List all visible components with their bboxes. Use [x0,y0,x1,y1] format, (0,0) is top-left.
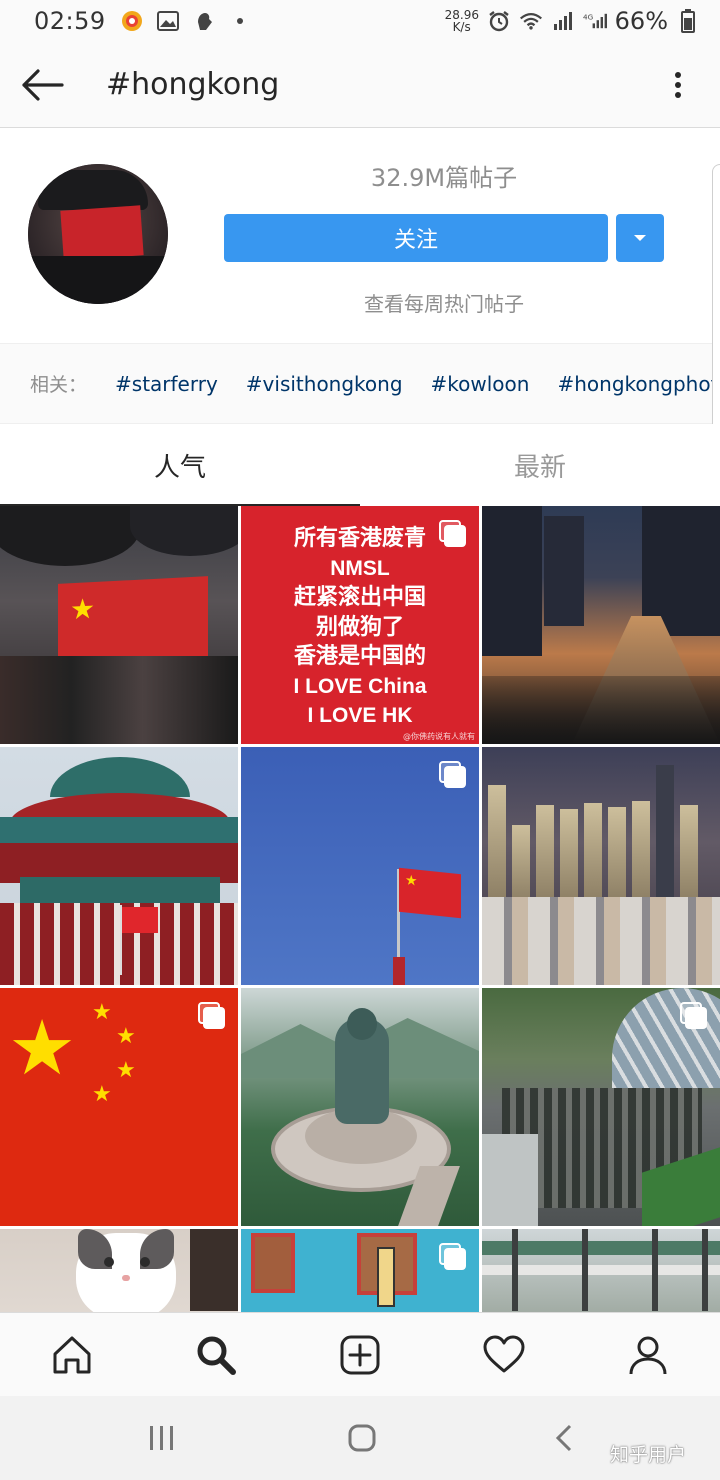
svg-text:4G: 4G [583,12,593,21]
tab-top[interactable]: 人气 [0,424,360,506]
weekly-top-posts-link[interactable]: 查看每周热门帖子 [224,288,664,317]
post-thumbnail[interactable] [0,747,238,985]
post-thumbnail[interactable] [482,1229,720,1312]
follow-dropdown-button[interactable] [616,214,664,262]
alarm-icon [487,9,511,33]
feed-tabs: 人气 最新 [0,424,720,506]
post-text-line: I LOVE China [293,674,427,698]
post-text-line: I LOVE HK [307,704,413,727]
chevron-down-icon [634,235,646,241]
system-nav-bar [0,1396,720,1480]
related-tag[interactable]: #kowloon [431,372,530,396]
heart-icon [483,1335,525,1373]
post-thumbnail[interactable] [241,1229,479,1312]
related-tag[interactable]: #visithongkong [246,372,403,396]
signal-4g-icon: 4G [583,9,607,33]
post-watermark: @你佛药说有人就有 [403,732,475,741]
post-thumbnail[interactable]: ★ ★ ★ ★ ★ [0,988,238,1226]
multi-image-icon [680,1002,707,1029]
post-thumbnail[interactable]: ★ [241,747,479,985]
related-tag[interactable]: #hongkongphoto [557,372,712,396]
related-hashtags: 相关： #starferry #visithongkong #kowloon #… [0,344,712,424]
side-panel-edge [712,164,720,446]
more-options-button[interactable] [636,42,720,128]
post-text-line: 赶紧滚出中国 [293,585,426,610]
post-thumbnail[interactable] [482,988,720,1226]
post-grid: ★ 所有香港废青 NMSL 赶紧滚出中国 别做狗了 香港是中国的 I LOVE … [0,506,720,1312]
page-title: #hongkong [106,67,280,102]
battery-icon [676,9,700,33]
profile-icon [629,1336,667,1375]
nav-search[interactable] [144,1313,288,1397]
back-system-button[interactable] [514,1396,614,1480]
net-speed: 28.96 K/s [444,8,480,34]
status-time: 02:59 [34,7,106,35]
more-vertical-icon [675,71,681,98]
nav-new-post[interactable] [288,1313,432,1397]
post-thumbnail[interactable] [482,747,720,985]
search-icon [197,1336,236,1375]
multi-image-icon [439,520,466,547]
bottom-nav [0,1312,720,1396]
recents-icon [150,1426,173,1450]
multi-image-icon [439,1243,466,1270]
post-text-line: 香港是中国的 [293,644,426,669]
multi-image-icon [439,761,466,788]
post-thumbnail[interactable] [0,1229,238,1312]
home-system-button[interactable] [312,1396,412,1480]
nav-profile[interactable] [576,1313,720,1397]
back-button[interactable] [0,42,84,128]
dot-icon [228,9,252,33]
battery-level: 66% [614,7,668,35]
nav-home[interactable] [0,1313,144,1397]
follow-button[interactable]: 关注 [224,214,608,262]
multi-image-icon [198,1002,225,1029]
post-text-line: 别做狗了 [315,614,404,640]
circle-app-icon [120,9,144,33]
related-tag[interactable]: #starferry [115,372,218,396]
chevron-left-icon [555,1424,572,1452]
post-thumbnail[interactable]: 所有香港废青 NMSL 赶紧滚出中国 别做狗了 香港是中国的 I LOVE Ch… [241,506,479,744]
post-text-line: NMSL [330,556,390,580]
related-label: 相关： [30,374,88,396]
post-thumbnail[interactable]: ★ [0,506,238,744]
tab-recent[interactable]: 最新 [360,424,720,506]
site-watermark: 知乎用户 [610,1444,687,1466]
hashtag-profile: 32.9M篇帖子 关注 查看每周热门帖子 [0,128,720,344]
arrow-left-icon [22,68,64,101]
app-header: #hongkong [0,42,720,128]
post-count: 32.9M篇帖子 [370,164,518,192]
post-thumbnail[interactable] [241,988,479,1226]
hand-icon [192,9,216,33]
nav-activity[interactable] [432,1313,576,1397]
status-bar: 02:59 28.96 K/s 4G 66% [0,0,720,42]
add-post-icon [340,1335,380,1375]
post-thumbnail[interactable] [482,506,720,744]
home-icon [53,1336,91,1374]
recent-apps-button[interactable] [112,1396,212,1480]
signal-icon [551,9,575,33]
home-square-icon [348,1424,376,1452]
hashtag-avatar [28,164,168,304]
wifi-icon [519,9,543,33]
image-icon [156,9,180,33]
